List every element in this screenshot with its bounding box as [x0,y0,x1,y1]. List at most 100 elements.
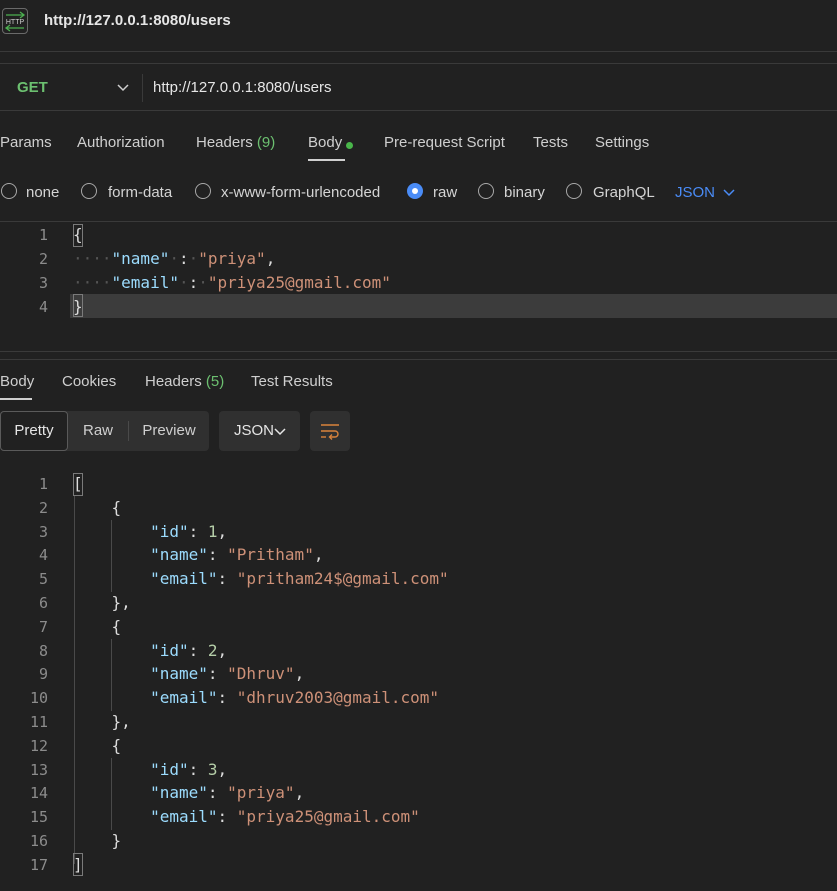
json-punctuation: , [294,783,305,803]
line-number: 6 [38,594,48,612]
indent-guide [111,758,112,830]
radio-label-form-data: form-data [108,184,173,201]
response-line: { [73,616,122,636]
json-key: "email" [111,273,179,292]
wrap-lines-button[interactable] [310,411,350,451]
radio-label-graphql: GraphQL [593,184,655,201]
json-string: "pritham24$@gmail.com" [236,569,449,589]
line-number: 8 [38,641,48,660]
json-punctuation: : [207,664,228,684]
json-punctuation [73,593,112,612]
indent-guide [111,639,112,711]
json-number: 3 [207,759,218,779]
json-colon: : [178,249,189,268]
json-punctuation: : [207,783,228,803]
divider [0,221,837,222]
tab-tests[interactable]: Tests [533,134,568,151]
indent-guide [111,520,112,592]
radio-none[interactable] [1,183,17,199]
indent-guide [74,496,75,864]
line-number: 2 [38,498,48,517]
json-punctuation [73,831,112,850]
divider [0,51,837,52]
radio-label-urlencoded: x-www-form-urlencoded [221,184,381,201]
response-line: "email": "pritham24$@gmail.com" [73,569,449,588]
bracket-match [73,473,83,496]
active-tab-indicator [308,159,345,161]
chevron-down-icon [274,428,286,436]
modified-dot-icon [346,142,353,149]
tab-body[interactable]: Body [308,134,342,151]
response-line: "id": 1, [73,522,227,541]
request-body-line[interactable]: ····"name"·:·"priya", [73,249,275,268]
active-tab-indicator [0,398,32,400]
line-number: 12 [29,736,48,755]
response-line: "name": "priya", [73,783,304,802]
json-punctuation [73,617,112,636]
tab-params[interactable]: Params [0,134,52,151]
line-number: 16 [29,832,48,850]
json-string: "priya" [198,249,266,268]
json-punctuation: , [294,664,305,684]
headers-count: (5) [205,373,225,390]
preview-button[interactable]: Preview [129,411,209,451]
divider [142,74,143,102]
json-key: "id" [150,521,189,541]
line-number: 1 [38,475,48,493]
json-punctuation: : [188,759,208,779]
json-key: "name" [150,664,208,684]
current-line-highlight [70,294,837,318]
wrap-lines-icon [321,424,339,440]
request-body-line[interactable]: } [73,297,83,316]
json-string: "priya25@gmail.com" [207,273,391,292]
line-number: 7 [38,617,48,636]
chevron-down-icon[interactable] [722,185,736,199]
pretty-button[interactable]: Pretty [0,411,68,451]
line-number: 15 [29,808,48,827]
radio-raw[interactable] [407,183,423,199]
tab-response-body[interactable]: Body [0,373,34,390]
tab-headers[interactable]: Headers (9) [196,134,275,151]
json-comma: , [265,249,276,268]
headers-count: (9) [256,134,276,151]
json-string: "Pritham" [227,545,314,565]
json-punctuation: } [111,831,122,850]
radio-form-data[interactable] [81,183,97,199]
tab-settings[interactable]: Settings [595,134,649,151]
json-punctuation: }, [111,712,131,731]
json-punctuation: { [111,735,122,755]
chevron-down-icon[interactable] [116,80,130,94]
json-punctuation [73,498,112,517]
tab-pre-request-script[interactable]: Pre-request Script [384,134,505,151]
request-body-line[interactable]: { [73,225,83,244]
line-number: 3 [38,274,48,292]
raw-button[interactable]: Raw [68,411,128,451]
json-key: "name" [111,249,170,268]
tab-cookies[interactable]: Cookies [62,373,116,390]
radio-label-binary: binary [504,184,545,201]
radio-urlencoded[interactable] [195,183,211,199]
response-line: "email": "dhruv2003@gmail.com" [73,688,439,707]
radio-graphql[interactable] [566,183,582,199]
tab-authorization[interactable]: Authorization [77,134,165,151]
response-line: "name": "Dhruv", [73,664,304,683]
divider [0,351,837,352]
response-line: "id": 2, [73,641,227,660]
tab-test-results[interactable]: Test Results [251,373,333,390]
json-punctuation: , [217,759,228,779]
json-string: "priya25@gmail.com" [236,807,420,827]
content-type-select[interactable]: JSON [675,184,715,201]
response-line: }, [73,712,131,731]
tab-response-headers[interactable]: Headers (5) [145,373,224,390]
request-body-line[interactable]: ····"email"·:·"priya25@gmail.com" [73,273,391,292]
radio-binary[interactable] [478,183,494,199]
json-punctuation: : [217,569,237,589]
url-input[interactable]: http://127.0.0.1:8080/users [153,79,331,96]
line-number: 1 [38,226,48,244]
line-number: 4 [38,298,48,316]
format-label: JSON [234,422,275,439]
json-punctuation: , [217,521,228,541]
tab-label: Headers [196,134,253,151]
method-select[interactable]: GET [17,79,48,96]
json-punctuation: { [111,616,122,636]
